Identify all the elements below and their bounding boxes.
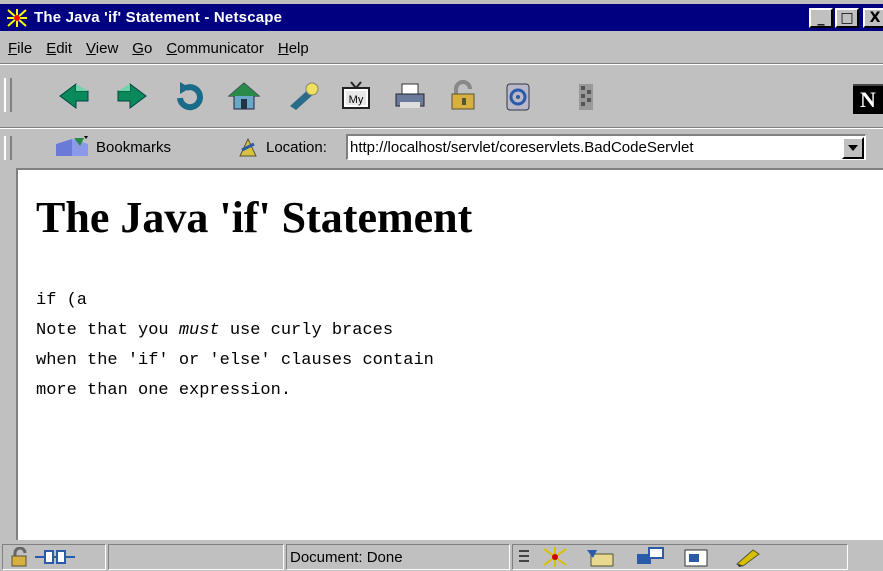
back-icon (59, 83, 89, 109)
location-toolbar-grip[interactable] (4, 136, 12, 160)
location-dropdown-button[interactable] (842, 136, 864, 159)
menu-go-mnemonic: G (132, 39, 144, 57)
status-text: Document: Done (290, 548, 403, 566)
menu-view[interactable]: View (86, 40, 118, 57)
status-text-cell: Document: Done (286, 544, 510, 570)
page-heading: The Java 'if' Statement (36, 193, 473, 242)
location-label: Location: (266, 138, 327, 156)
guide-button[interactable]: My (334, 78, 378, 114)
svg-text:My: My (349, 94, 364, 106)
bookmarks-icon (56, 136, 88, 156)
edit-icon[interactable] (733, 546, 763, 568)
toolbar-grip[interactable] (4, 78, 12, 112)
reload-icon (177, 82, 203, 111)
lock-icon[interactable] (9, 547, 33, 567)
back-button[interactable] (52, 78, 96, 114)
maximize-button[interactable]: □ (835, 8, 859, 28)
menu-view-mnemonic: V (86, 39, 96, 57)
print-icon (395, 83, 425, 108)
guide-icon: My (342, 81, 370, 109)
menu-file-mnemonic: F (8, 39, 18, 57)
menu-file[interactable]: File (8, 40, 32, 57)
menu-divider (0, 63, 883, 65)
forward-button[interactable] (110, 78, 154, 114)
security-icon (451, 80, 475, 110)
code-line: if (a (36, 291, 88, 310)
location-page-icon[interactable] (236, 136, 260, 158)
menu-bar: File Edit View Go Communicator Help (0, 34, 883, 62)
location-label-group: Location: (236, 135, 327, 159)
netscape-logo[interactable]: N (853, 84, 883, 114)
page-content[interactable]: The Java 'if' Statement if (a Note that … (16, 168, 883, 540)
toolbar-divider (0, 127, 883, 129)
reload-button[interactable] (168, 78, 212, 114)
home-icon (227, 82, 261, 110)
status-progress-cell (108, 544, 284, 570)
netscape-app-icon[interactable] (6, 7, 28, 28)
title-bar[interactable]: The Java 'if' Statement - Netscape _ □ X (0, 4, 883, 31)
security-button[interactable] (442, 78, 486, 114)
navigation-toolbar: My N (0, 66, 883, 126)
menu-view-label: iew (95, 39, 119, 57)
menu-help[interactable]: Help (278, 40, 309, 57)
stop-icon (579, 84, 593, 110)
code-line-text: use curly braces (219, 321, 394, 340)
discussion-icon[interactable] (635, 546, 665, 568)
location-url[interactable]: http://localhost/servlet/coreservlets.Ba… (348, 139, 842, 156)
code-line-text: Note that you (36, 321, 179, 340)
browser-window: The Java 'if' Statement - Netscape _ □ X… (0, 0, 883, 571)
bookmarks-button[interactable]: Bookmarks (54, 135, 171, 159)
component-navigator-icon[interactable] (517, 547, 531, 567)
menu-help-mnemonic: H (277, 39, 289, 57)
menu-help-label: elp (288, 39, 309, 57)
composer-icon[interactable] (683, 546, 709, 568)
messenger-icon[interactable] (541, 546, 569, 568)
menu-communicator[interactable]: Communicator (166, 40, 264, 57)
menu-communicator-label: ommunicator (177, 39, 264, 57)
component-bar (512, 544, 848, 570)
connection-icon[interactable] (35, 547, 75, 567)
location-input[interactable]: http://localhost/servlet/coreservlets.Ba… (346, 134, 866, 160)
bookmarks-label: Bookmarks (96, 138, 172, 156)
menu-edit-label: dit (56, 39, 73, 57)
mail-icon[interactable] (585, 546, 621, 568)
menu-file-label: ile (17, 39, 33, 57)
print-button[interactable] (388, 78, 432, 114)
menu-edit-mnemonic: E (46, 39, 57, 57)
shop-button[interactable] (496, 78, 540, 114)
home-button[interactable] (222, 78, 266, 114)
stop-button[interactable] (564, 78, 608, 114)
menu-go[interactable]: Go (132, 40, 152, 57)
code-line: when the 'if' or 'else' clauses contain (36, 351, 434, 370)
location-toolbar: Bookmarks Location: http://localhost/ser… (0, 130, 883, 164)
search-button[interactable] (282, 78, 326, 114)
close-button[interactable]: X (863, 8, 883, 28)
chevron-down-icon (848, 144, 858, 151)
shop-icon (506, 83, 530, 111)
status-bar: Document: Done (0, 542, 883, 571)
code-block: if (a Note that you must use curly brace… (36, 286, 434, 406)
code-emphasis: must (178, 321, 220, 340)
code-line: more than one expression. (36, 381, 292, 400)
menu-edit[interactable]: Edit (46, 40, 72, 57)
status-security-cell (2, 544, 106, 570)
menu-go-label: o (143, 39, 153, 57)
window-title: The Java 'if' Statement - Netscape (34, 9, 283, 26)
minimize-button[interactable]: _ (809, 8, 833, 28)
search-icon (290, 82, 319, 110)
menu-communicator-mnemonic: C (166, 39, 178, 57)
forward-icon (117, 83, 147, 109)
